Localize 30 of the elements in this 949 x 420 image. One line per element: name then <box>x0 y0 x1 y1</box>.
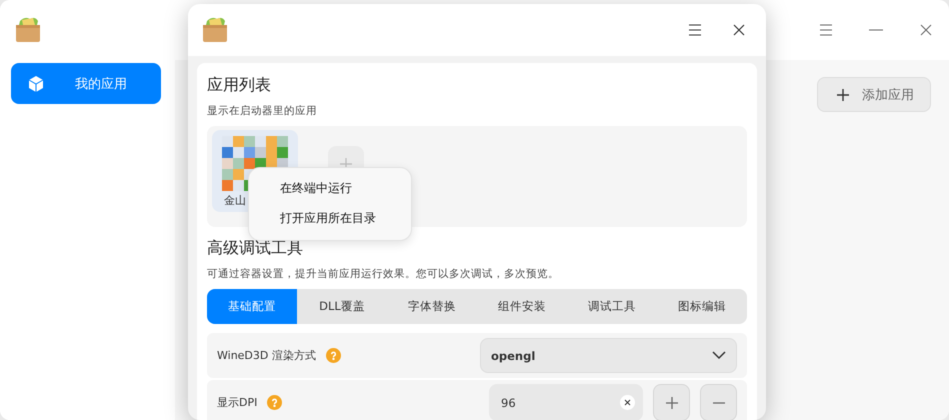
sidebar-item[interactable]: 我的应用 <box>11 63 161 104</box>
app-logo-icon <box>13 15 43 45</box>
section-description: 显示在启动器里的应用 <box>207 104 318 118</box>
increment-button[interactable] <box>653 384 690 420</box>
plus-icon <box>836 88 850 102</box>
dropdown[interactable]: opengl <box>480 338 737 373</box>
section-title: 应用列表 <box>207 74 272 96</box>
plus-icon <box>664 396 678 410</box>
add-app-button[interactable]: 添加应用 <box>817 77 931 112</box>
setting-label: WineD3D 渲染方式 <box>217 348 316 363</box>
app-logo-icon <box>200 15 230 45</box>
setting-label: 显示DPI <box>217 395 258 410</box>
section-description: 可通过容器设置，提升当前应用运行效果。您可以多次调试，多次预览。 <box>207 267 560 281</box>
minus-icon <box>712 402 726 404</box>
help-icon[interactable] <box>267 395 282 410</box>
tab[interactable]: 基础配置 <box>207 289 297 324</box>
input-field[interactable]: 96 <box>489 384 643 420</box>
tab[interactable]: 图标编辑 <box>657 289 747 324</box>
tab[interactable]: 组件安装 <box>477 289 567 324</box>
decrement-button[interactable] <box>700 384 737 420</box>
menu-item[interactable]: 在终端中运行 <box>249 174 411 204</box>
tab[interactable]: 调试工具 <box>567 289 657 324</box>
cube-icon <box>27 74 45 92</box>
chevron-down-icon <box>712 351 726 360</box>
tab[interactable]: 字体替换 <box>387 289 477 324</box>
tab[interactable]: DLL覆盖 <box>297 289 387 324</box>
help-icon[interactable] <box>326 348 341 363</box>
clear-icon[interactable] <box>620 395 635 410</box>
menu-item[interactable]: 打开应用所在目录 <box>249 204 411 234</box>
app-label: 金山 <box>224 193 246 209</box>
